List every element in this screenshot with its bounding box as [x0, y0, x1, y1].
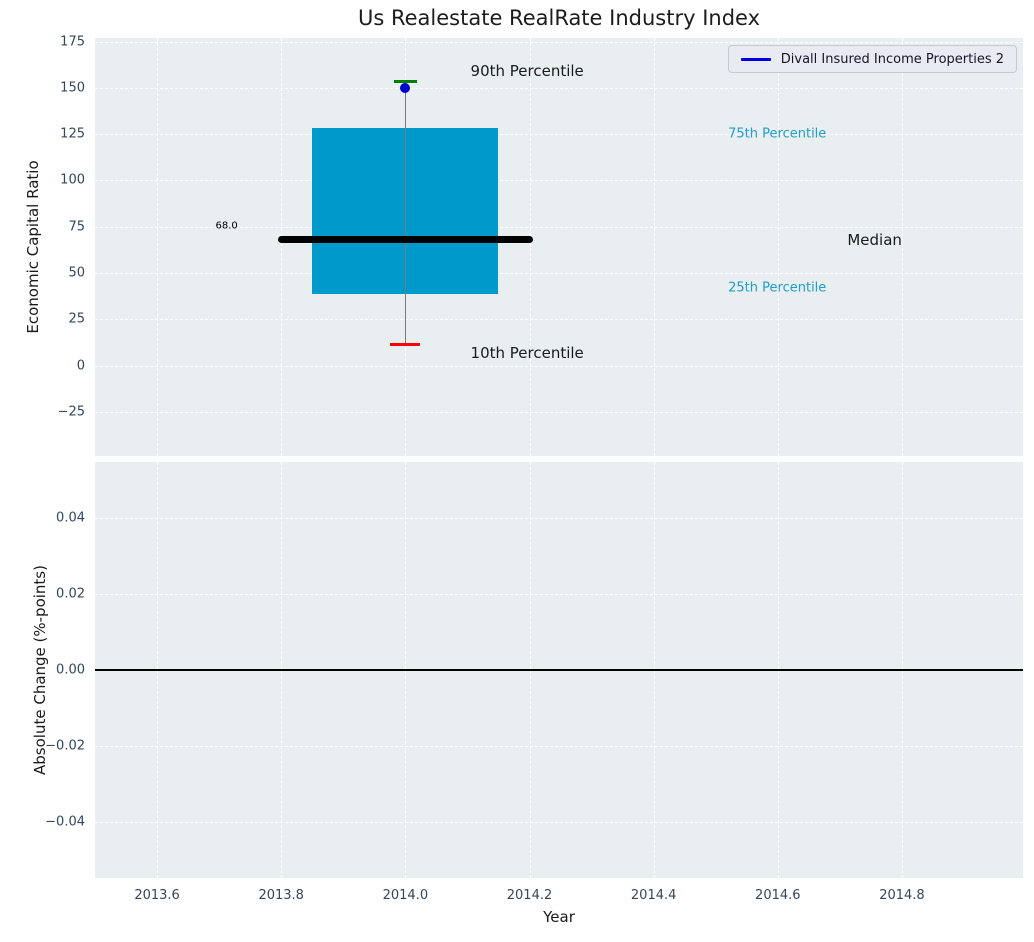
- x-axis-label-year: Year: [543, 908, 575, 926]
- y-tick-label: 0.02: [56, 586, 85, 602]
- y-tick-label: 150: [60, 80, 85, 96]
- gridline-v: [281, 38, 283, 456]
- gridline-h: [95, 87, 1023, 89]
- gridline-v: [901, 38, 903, 456]
- annotation-median: Median: [847, 230, 902, 249]
- y-tick-label: 0.00: [56, 662, 85, 678]
- y-tick-label: 125: [60, 126, 85, 142]
- y-tick-label: 100: [60, 172, 85, 188]
- zero-line: [95, 669, 1023, 671]
- y-tick-label: 0: [76, 358, 85, 374]
- gridline-h: [95, 273, 1023, 275]
- gridline-h: [95, 517, 1023, 519]
- y-tick-label: 175: [60, 34, 85, 50]
- annotation-90th-percentile: 90th Percentile: [470, 62, 584, 81]
- x-tick-label: 2014.4: [630, 888, 677, 903]
- cap-10th-percentile: [390, 342, 421, 346]
- y-axis-label-absolute-change: Absolute Change (%-points): [31, 565, 49, 775]
- gridline-v: [529, 38, 531, 456]
- company-data-point: [400, 82, 411, 93]
- x-tick-label: 2014.0: [382, 888, 429, 903]
- x-tick-label: 2013.6: [134, 888, 180, 903]
- gridline-h: [95, 746, 1023, 748]
- y-tick-label: 50: [68, 265, 85, 281]
- gridline-h: [95, 319, 1023, 321]
- y-tick-label: 0.04: [56, 510, 85, 526]
- gridline-h: [95, 822, 1023, 824]
- annotation-25th-percentile: 25th Percentile: [728, 280, 827, 296]
- legend-line-swatch: [740, 57, 771, 61]
- gridline-v: [157, 38, 159, 456]
- axes-economic-capital-ratio: 175 150 125 100 75 50 25 0 −25 90th Percentile 10t…: [58, 34, 1023, 456]
- y-tick-label: −25: [57, 404, 85, 420]
- gridline-h: [95, 134, 1023, 136]
- figure: Us Realestate RealRate Industry Index 17…: [0, 0, 1034, 942]
- gridline-v: [653, 38, 655, 456]
- gridline-h: [95, 412, 1023, 413]
- y-tick-label: 75: [68, 219, 85, 235]
- x-tick-label: 2013.8: [258, 888, 304, 903]
- y-tick-label: −0.02: [45, 738, 85, 754]
- gridline-v: [777, 38, 779, 456]
- whisker: [404, 81, 407, 345]
- y-tick-label: 25: [68, 311, 85, 327]
- chart-title: Us Realestate RealRate Industry Index: [357, 6, 761, 30]
- gridline-h: [95, 593, 1023, 595]
- x-tick-label: 2014.6: [755, 888, 801, 903]
- gridline-h: [95, 41, 1023, 43]
- gridline-h: [95, 365, 1023, 367]
- annotation-68-0: 68.0: [215, 220, 238, 232]
- x-tick-label: 2014.2: [506, 888, 553, 903]
- median-line: [278, 236, 533, 244]
- y-tick-label: −0.04: [45, 814, 85, 830]
- annotation-10th-percentile: 10th Percentile: [470, 343, 584, 362]
- x-tick-label: 2014.8: [879, 888, 925, 903]
- y-axis-label-economic-capital-ratio: Economic Capital Ratio: [24, 160, 42, 334]
- annotation-75th-percentile: 75th Percentile: [728, 126, 827, 142]
- axes-absolute-change: 2013.6 2013.8 2014.0 2014.2 2014.4 2014.6 2014…: [45, 462, 1023, 903]
- legend-label: Divall Insured Income Properties 2: [780, 51, 1004, 67]
- gridline-h: [95, 180, 1023, 182]
- legend: Divall Insured Income Properties 2: [727, 45, 1017, 73]
